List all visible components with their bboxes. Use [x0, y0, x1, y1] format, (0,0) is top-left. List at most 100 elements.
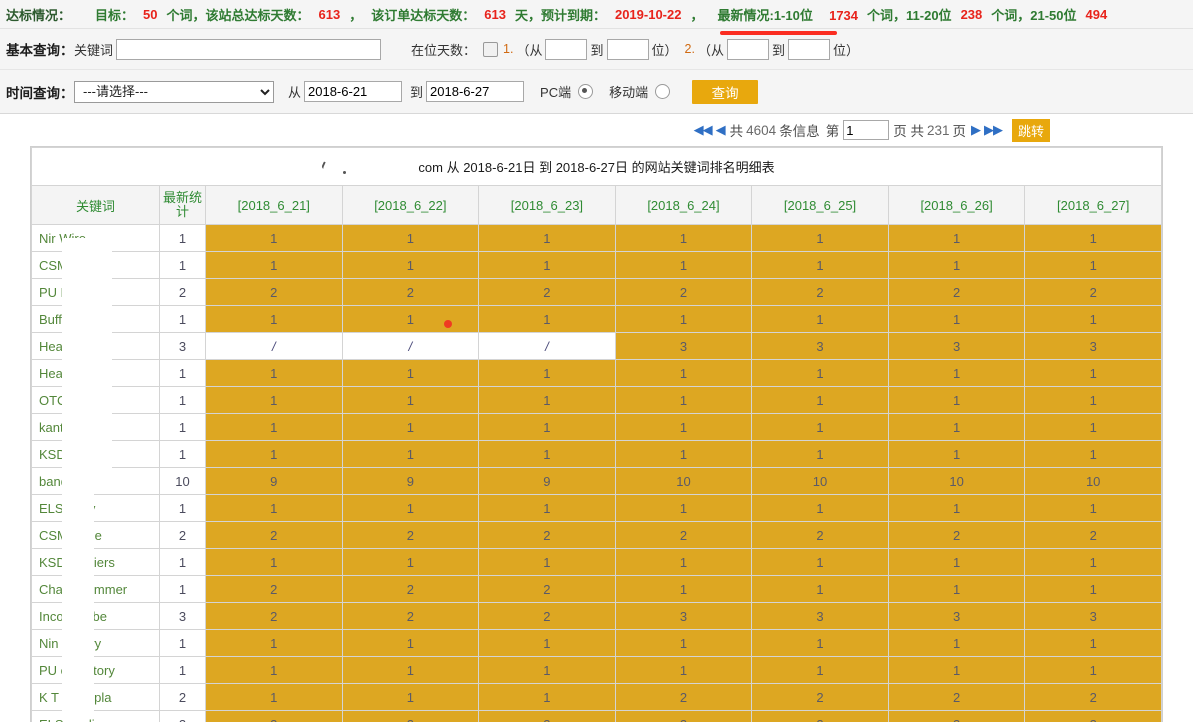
rank-report-table-wrapper: com 从 2018-6-21日 到 2018-6-27日 的网站关键词排名明细…: [30, 146, 1163, 722]
last-page-icon[interactable]: ▶▶: [984, 122, 1003, 138]
table-row[interactable]: Cha e Hammer 1 2 2 2 1 1 1 1: [31, 575, 1162, 603]
cell-latest-stat: 2: [159, 683, 206, 711]
table-body: Nir Wire 1 1 1 1 1 1 1 1 CSM ooks 1 1 1 1 1 1 1 1 PU H mer…: [31, 224, 1162, 722]
days-in-position-label: 在位天数：: [411, 42, 477, 58]
header-day-4: [2018_6_25]: [751, 185, 889, 225]
table-row[interactable]: PU er factory 1 1 1 1 1 1 1 1: [31, 656, 1162, 684]
page-number-input[interactable]: [843, 120, 890, 140]
cell-rank-day-5: 3: [887, 602, 1026, 630]
range1-to-input[interactable]: [606, 38, 649, 60]
query-button[interactable]: 查询: [692, 79, 759, 104]
table-row[interactable]: kanth ooks 1 1 1 1 1 1 1 1: [31, 413, 1162, 441]
cell-rank-day-2: 1: [478, 683, 616, 711]
cell-keyword: Nir Wire: [31, 224, 160, 252]
cell-rank-day-4: 2: [751, 710, 889, 722]
cell-keyword: ELS ctory: [31, 494, 160, 522]
table-row[interactable]: Buffe 30 1 1 1 1 1 1 1 1: [31, 305, 1162, 333]
total-pages-value: 231: [926, 122, 950, 138]
first-page-icon[interactable]: ◀◀: [694, 122, 713, 138]
cell-rank-day-4: 1: [751, 224, 889, 252]
cell-rank-day-1: 1: [341, 683, 480, 711]
cell-rank-day-1: 1: [341, 251, 480, 279]
cell-rank-day-0: 1: [205, 224, 343, 252]
table-row[interactable]: Nir Wire 1 1 1 1 1 1 1 1: [31, 224, 1162, 252]
next-page-icon[interactable]: ▶: [971, 122, 981, 138]
cell-rank-day-6: 1: [1024, 305, 1162, 333]
days-in-position-checkbox[interactable]: [483, 41, 499, 57]
expire-value: 2019-10-22: [614, 6, 682, 22]
status-bar: 达标情况： 目标： 50 个词，该站总达标天数： 613 ， 该订单达标天数： …: [0, 0, 1193, 35]
cell-rank-day-0: 1: [205, 629, 343, 657]
time-range-select[interactable]: ---请选择---: [74, 80, 274, 103]
cell-rank-day-1: 9: [341, 467, 480, 495]
cell-rank-day-6: 1: [1024, 413, 1162, 441]
cell-latest-stat: 1: [159, 305, 206, 333]
cell-rank-day-5: 2: [887, 683, 1026, 711]
cell-rank-day-4: 1: [751, 413, 889, 441]
table-row[interactable]: OTC o parts 1 1 1 1 1 1 1 1: [31, 386, 1162, 414]
cell-rank-day-3: 1: [614, 386, 753, 414]
cell-rank-day-1: 2: [341, 710, 480, 722]
table-row[interactable]: Nin factory 1 1 1 1 1 1 1 1: [31, 629, 1162, 657]
table-row[interactable]: PU H mer 2 2 2 2 2 2 2 2: [31, 278, 1162, 306]
cell-rank-day-6: 3: [1024, 332, 1162, 360]
table-row[interactable]: Heat Nutts 1 1 1 1 1 1 1 1: [31, 359, 1162, 387]
date-from-input[interactable]: [304, 81, 403, 102]
cell-rank-day-2: 1: [478, 494, 616, 522]
table-row[interactable]: K T mocupla 2 1 1 1 2 2 2 2: [31, 683, 1162, 711]
table-row[interactable]: Heat rass 3///3 3 3 3: [31, 332, 1162, 360]
cell-keyword: CSM ozzle: [31, 521, 160, 549]
date-to-label: 到: [410, 85, 424, 100]
cell-rank-day-3: 2: [614, 710, 753, 722]
table-row[interactable]: band uk 10 9 9 9 10 10 10 10: [31, 467, 1162, 495]
keyword-input[interactable]: [116, 38, 382, 60]
cell-rank-day-0: 2: [205, 521, 343, 549]
jump-page-button[interactable]: 跳转: [1011, 118, 1050, 142]
cell-keyword: KSD uppliers: [31, 548, 160, 576]
cell-rank-day-6: 1: [1024, 656, 1162, 684]
range1-from-input[interactable]: [545, 38, 588, 60]
table-row[interactable]: CSM ooks 1 1 1 1 1 1 1 1: [31, 251, 1162, 279]
table-row[interactable]: ELS uppliers22222222: [31, 710, 1162, 722]
cell-latest-stat: 1: [159, 413, 206, 441]
cell-rank-day-6: 1: [1024, 440, 1162, 468]
range2-to-text: 到: [771, 42, 785, 58]
total-prefix-label: 共: [729, 124, 744, 139]
cell-rank-day-6: 3: [1024, 602, 1162, 630]
cell-latest-stat: 1: [159, 575, 206, 603]
cell-rank-day-5: 1: [887, 413, 1026, 441]
order-days-label: 该订单达标天数：: [371, 7, 476, 23]
table-row[interactable]: KSD3 ory 1 1 1 1 1 1 1 1: [31, 440, 1162, 468]
cell-rank-day-2: 1: [478, 413, 616, 441]
table-row[interactable]: Inco 0 Tube 3 2 2 2 3 3 3 3: [31, 602, 1162, 630]
table-row[interactable]: ELS ctory 1 1 1 1 1 1 1 1: [31, 494, 1162, 522]
cell-rank-day-5: 2: [887, 278, 1026, 306]
cell-rank-day-1: 1: [341, 548, 480, 576]
range2-to-input[interactable]: [787, 38, 830, 60]
cell-rank-day-1: 1: [341, 305, 480, 333]
pc-device-radio[interactable]: [578, 84, 594, 99]
cell-rank-day-2: 1: [478, 305, 616, 333]
prev-page-icon[interactable]: ◀: [716, 122, 726, 138]
mobile-device-radio[interactable]: [655, 84, 671, 99]
cell-rank-day-3: 2: [614, 278, 753, 306]
cell-latest-stat: 3: [159, 332, 206, 360]
redacted-domain-mask: [277, 149, 407, 182]
date-to-input[interactable]: [426, 81, 525, 102]
table-row[interactable]: CSM ozzle 2 2 2 2 2 2 2 2: [31, 521, 1162, 549]
header-day-1: [2018_6_22]: [341, 185, 480, 225]
date-from-label: 从: [288, 85, 302, 100]
report-title-text: com 从 2018-6-21日 到 2018-6-27日 的网站关键词排名明细…: [418, 160, 775, 175]
basic-query-label: 基本查询：: [6, 43, 74, 58]
range2-from-input[interactable]: [726, 38, 769, 60]
cell-rank-day-0: 1: [205, 386, 343, 414]
cell-latest-stat: 1: [159, 359, 206, 387]
table-header-row: 关键词 最新统计 [2018_6_21] [2018_6_22] [2018_6…: [31, 185, 1162, 225]
table-row[interactable]: KSD uppliers 1 1 1 1 1 1 1 1: [31, 548, 1162, 576]
cell-rank-day-0: 9: [205, 467, 343, 495]
page-suffix-label: 页: [952, 124, 966, 139]
time-query-label: 时间查询：: [6, 85, 74, 101]
cell-latest-stat: 1: [159, 494, 206, 522]
cell-rank-day-4: 1: [751, 440, 889, 468]
cell-rank-day-4: 1: [751, 548, 889, 576]
